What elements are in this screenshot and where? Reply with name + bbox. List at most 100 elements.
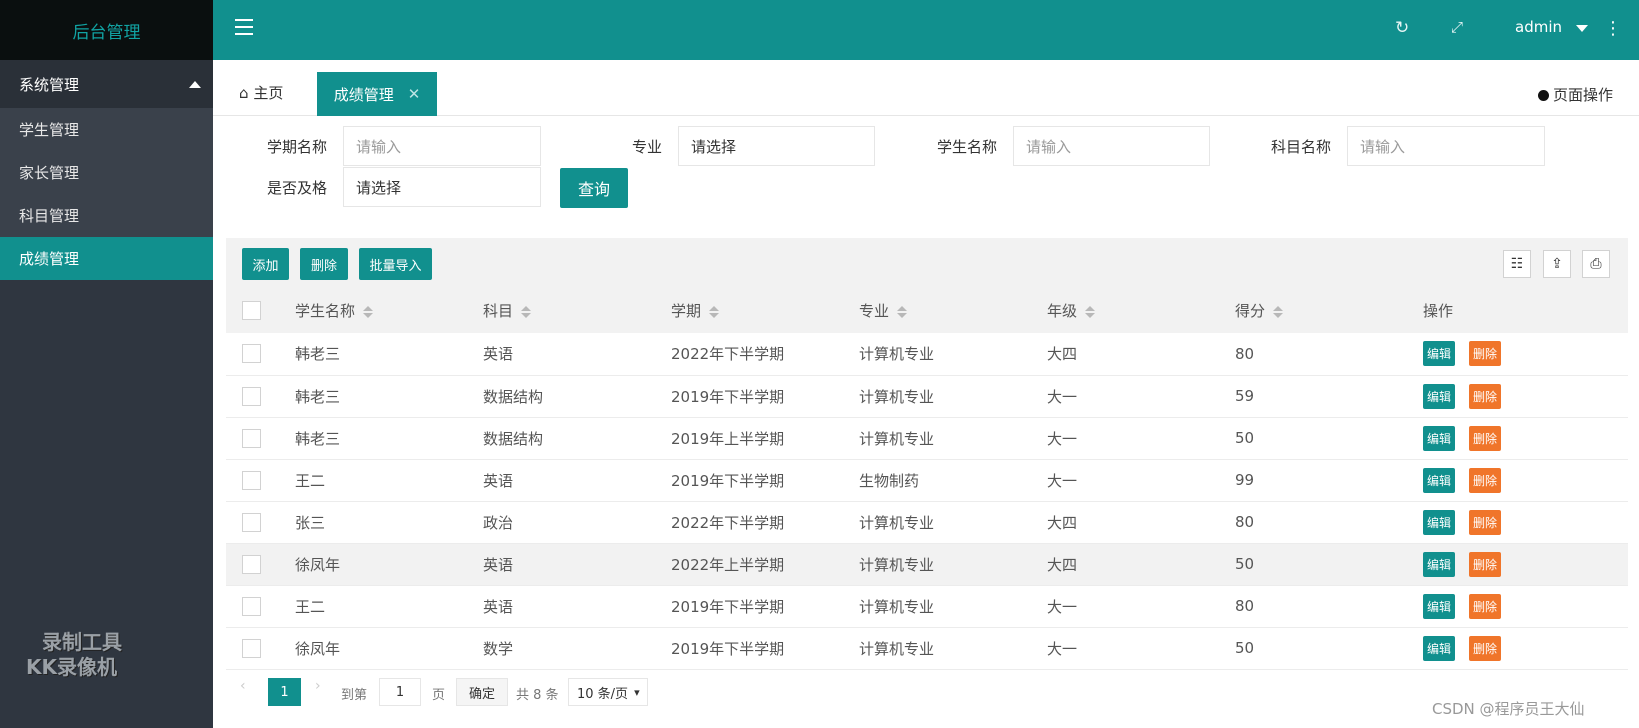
cell-score: 50 [1219,543,1407,586]
page-size-select[interactable]: 10 条/页 ▾ [568,678,648,706]
add-button[interactable]: 添加 [242,248,289,280]
sort-icon[interactable] [363,305,374,318]
export-icon[interactable]: ⇪ [1543,250,1571,278]
sort-icon[interactable] [709,305,720,318]
select-all-checkbox[interactable] [242,301,261,320]
cell-grade: 大四 [1031,501,1219,544]
delete-row-button[interactable]: 删除 [1469,509,1502,535]
sort-icon[interactable] [897,305,908,318]
edit-button[interactable]: 编辑 [1423,383,1456,409]
more-icon[interactable]: ⋮ [1604,18,1622,39]
row-checkbox[interactable] [242,638,261,658]
edit-button[interactable]: 编辑 [1423,551,1456,577]
row-checkbox[interactable] [242,344,261,364]
delete-row-button[interactable]: 删除 [1469,593,1502,619]
delete-row-button[interactable]: 删除 [1469,341,1502,367]
delete-row-button[interactable]: 删除 [1469,383,1502,409]
row-checkbox[interactable] [242,428,261,448]
major-select[interactable]: 请选择 [678,126,875,166]
delete-row-button[interactable]: 删除 [1469,467,1502,493]
term-name-label: 学期名称 [267,138,328,156]
refresh-icon[interactable]: ↻ [1395,18,1409,38]
query-button[interactable]: 查询 [560,168,628,208]
goto-page-input[interactable]: 1 [379,678,421,706]
delete-button[interactable]: 删除 [300,248,348,280]
edit-button[interactable]: 编辑 [1423,635,1456,661]
row-checkbox[interactable] [242,470,261,490]
delete-row-button[interactable]: 删除 [1469,425,1502,451]
edit-button[interactable]: 编辑 [1423,593,1456,619]
table-row[interactable]: 王二 英语 2019年下半学期 计算机专业 大一 80 编辑 删除 [226,585,1628,628]
table-row[interactable]: 徐凤年 数学 2019年下半学期 计算机专业 大一 50 编辑 删除 [226,627,1628,670]
menu-toggle-icon[interactable] [235,19,253,35]
table-row[interactable]: 韩老三 数据结构 2019年下半学期 计算机专业 大一 59 编辑 删除 [226,375,1628,418]
delete-row-button[interactable]: 删除 [1469,635,1502,661]
edit-button[interactable]: 编辑 [1423,509,1456,535]
user-menu[interactable]: admin [1515,18,1562,36]
sidebar-item-students[interactable]: 学生管理 [0,108,213,151]
edit-button[interactable]: 编辑 [1423,467,1456,493]
sort-icon[interactable] [1085,305,1096,318]
menu-group-system[interactable]: 系统管理 [0,60,213,108]
sort-icon[interactable] [521,305,532,318]
pass-select[interactable]: 请选择 [343,167,541,207]
sidebar: 后台管理 系统管理 学生管理 家长管理 科目管理 成绩管理 录制工具 KK录像机 [0,0,213,728]
tab-home[interactable]: ⌂ 主页 [239,82,283,103]
scores-table: 学生名称 科目 学期 专业 年级 得分 操作 韩老三 英语 2022年下半学期 计算机… [226,288,1628,670]
dot-icon [1538,90,1549,101]
edit-button[interactable]: 编辑 [1423,341,1456,367]
row-checkbox[interactable] [242,512,261,532]
column-header[interactable]: 专业 [843,288,1031,333]
cell-actions: 编辑 删除 [1407,501,1628,544]
watermark-line: KK录像机 [26,655,117,679]
cell-score: 80 [1219,585,1407,628]
cell-grade: 大一 [1031,459,1219,502]
student-name-input[interactable]: 请输入 [1013,126,1210,166]
column-header[interactable]: 学期 [655,288,843,333]
row-checkbox[interactable] [242,386,261,406]
cell-term: 2019年下半学期 [655,375,843,418]
column-header[interactable]: 科目 [467,288,655,333]
tab-scores[interactable]: 成绩管理 ✕ [317,72,437,116]
recorder-watermark: 录制工具 KK录像机 [26,630,122,680]
caret-down-icon[interactable] [1576,25,1588,32]
sidebar-item-scores[interactable]: 成绩管理 [0,237,213,280]
column-header-label: 年级 [1047,302,1078,320]
goto-confirm-button[interactable]: 确定 [456,678,508,706]
prev-page-icon[interactable]: ‹ [240,678,246,694]
column-header[interactable]: 得分 [1219,288,1407,333]
page-current[interactable]: 1 [268,678,301,706]
column-header[interactable]: 学生名称 [279,288,467,333]
term-name-input[interactable]: 请输入 [343,126,541,166]
batch-import-button[interactable]: 批量导入 [359,248,432,280]
column-header[interactable]: 年级 [1031,288,1219,333]
app-logo: 后台管理 [0,0,213,60]
cell-actions: 编辑 删除 [1407,417,1628,460]
table-row[interactable]: 韩老三 数据结构 2019年上半学期 计算机专业 大一 50 编辑 删除 [226,417,1628,460]
table-row[interactable]: 王二 英语 2019年下半学期 生物制药 大一 99 编辑 删除 [226,459,1628,502]
sort-icon[interactable] [1273,305,1284,318]
select-all-cell [226,288,279,333]
table-row[interactable]: 韩老三 英语 2022年下半学期 计算机专业 大四 80 编辑 删除 [226,333,1628,376]
page-operations[interactable]: 页面操作 [1538,84,1613,105]
fullscreen-icon[interactable]: ⤢ [1451,18,1463,36]
cell-name: 张三 [279,501,467,544]
subject-name-input[interactable]: 请输入 [1347,126,1545,166]
print-icon[interactable]: ⎙ [1582,250,1610,278]
table-row[interactable]: 张三 政治 2022年下半学期 计算机专业 大四 80 编辑 删除 [226,501,1628,544]
table-row[interactable]: 徐凤年 英语 2022年上半学期 计算机专业 大四 50 编辑 删除 [226,543,1628,586]
sidebar-item-parents[interactable]: 家长管理 [0,151,213,194]
column-header-label: 科目 [483,302,514,320]
row-checkbox[interactable] [242,596,261,616]
next-page-icon[interactable]: › [315,678,321,694]
cell-score: 80 [1219,333,1407,376]
row-checkbox[interactable] [242,554,261,574]
page-operations-label: 页面操作 [1553,86,1614,104]
columns-icon[interactable]: ☷ [1503,250,1531,278]
cell-score: 80 [1219,501,1407,544]
sidebar-item-subjects[interactable]: 科目管理 [0,194,213,237]
close-icon[interactable]: ✕ [408,85,421,103]
delete-row-button[interactable]: 删除 [1469,551,1502,577]
edit-button[interactable]: 编辑 [1423,425,1456,451]
cell-subject: 数据结构 [467,375,655,418]
